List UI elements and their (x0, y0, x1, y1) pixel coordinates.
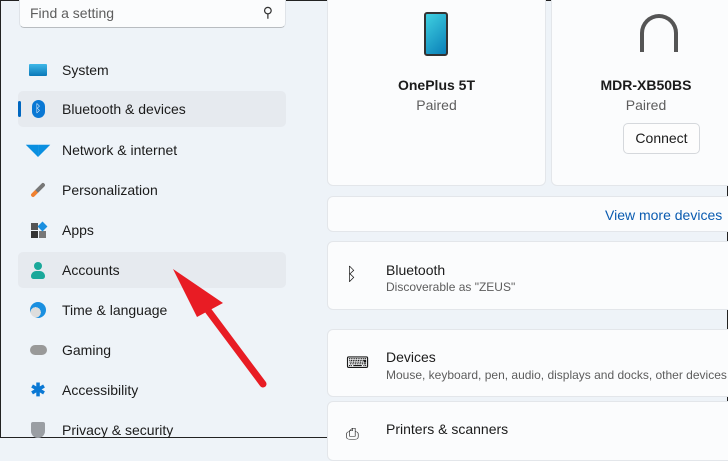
red-arrow-annotation (173, 269, 267, 388)
